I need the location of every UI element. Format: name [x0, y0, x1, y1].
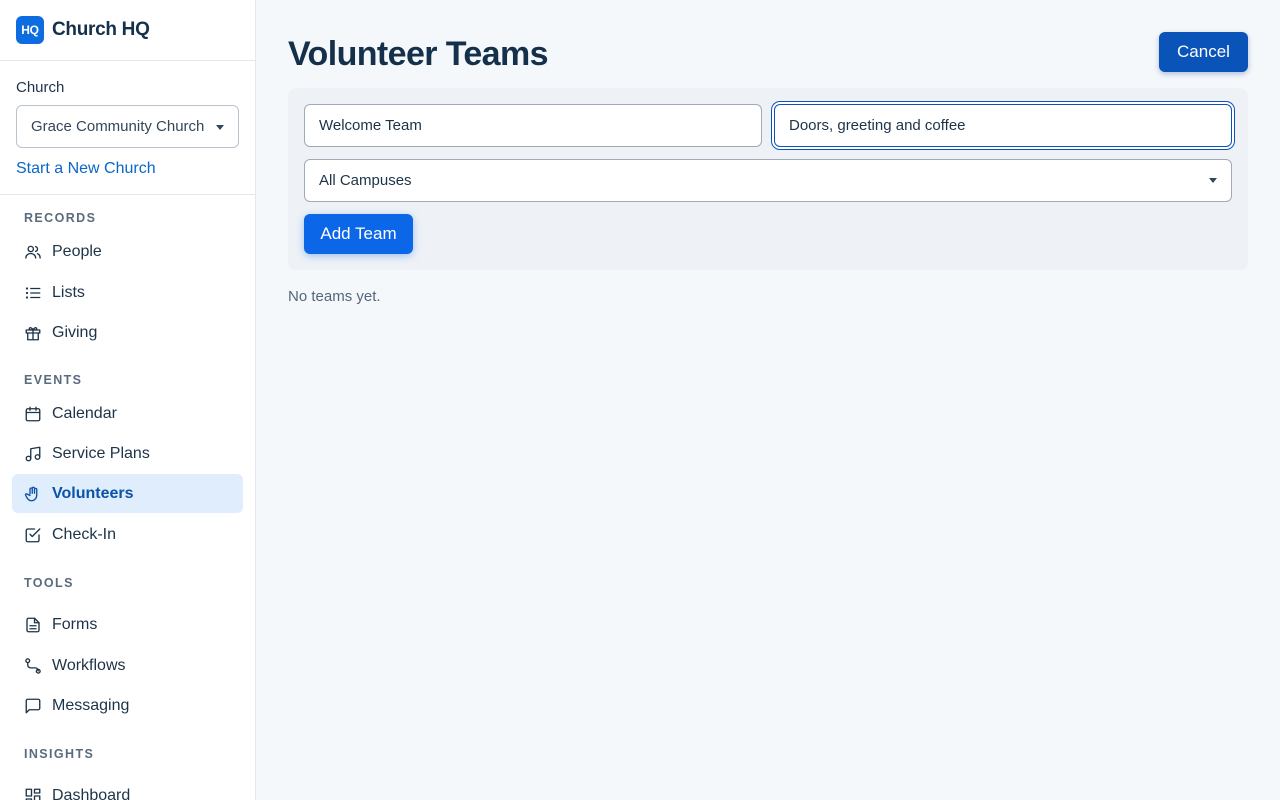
cancel-button[interactable]: Cancel	[1159, 32, 1248, 72]
team-name-input[interactable]	[304, 104, 762, 147]
church-select[interactable]: Grace Community Church	[16, 105, 239, 148]
brand-name: Church HQ	[52, 19, 150, 40]
page-title: Volunteer Teams	[288, 35, 549, 73]
sidebar-item-label: Service Plans	[52, 444, 150, 462]
campus-select-value: All Campuses	[319, 172, 412, 189]
section-heading-tools: TOOLS	[24, 576, 74, 590]
section-heading-records: RECORDS	[24, 211, 97, 225]
sidebar-item-lists[interactable]: Lists	[12, 273, 243, 312]
music-note-icon	[24, 445, 42, 463]
list-icon	[24, 284, 42, 302]
empty-state-message: No teams yet.	[288, 288, 381, 305]
sidebar-item-check-in[interactable]: Check-In	[12, 515, 243, 554]
sidebar-item-dashboard[interactable]: Dashboard	[12, 776, 243, 800]
sidebar-item-label: Forms	[52, 615, 98, 633]
team-description-input[interactable]	[774, 104, 1232, 147]
sidebar-item-label: Dashboard	[52, 786, 131, 800]
church-select-value: Grace Community Church	[31, 118, 205, 135]
workflow-icon	[24, 657, 42, 675]
sidebar-item-label: People	[52, 242, 102, 260]
sidebar-item-people[interactable]: People	[12, 232, 243, 271]
chevron-down-icon	[1209, 178, 1217, 183]
calendar-icon	[24, 405, 42, 423]
sidebar-item-label: Check-In	[52, 525, 117, 543]
sidebar-item-label: Giving	[52, 323, 98, 341]
sidebar-item-label: Volunteers	[52, 484, 134, 502]
sidebar-item-label: Messaging	[52, 696, 130, 714]
church-label: Church	[16, 79, 65, 96]
checkbox-icon	[24, 526, 42, 544]
document-icon	[24, 616, 42, 634]
sidebar-nav: RECORDS People Lists Giving EVENTS Calen…	[0, 211, 255, 800]
hand-icon	[24, 485, 42, 503]
sidebar-item-forms[interactable]: Forms	[12, 605, 243, 644]
sidebar-item-giving[interactable]: Giving	[12, 313, 243, 352]
sidebar-item-label: Calendar	[52, 404, 117, 422]
sidebar-item-workflows[interactable]: Workflows	[12, 646, 243, 685]
sidebar-item-service-plans[interactable]: Service Plans	[12, 434, 243, 473]
main-content: Volunteer Teams Cancel All Campuses Add …	[256, 0, 1280, 800]
sidebar-item-label: Lists	[52, 283, 85, 301]
church-switcher: Church Grace Community Church Start a Ne…	[0, 61, 255, 195]
sidebar-item-volunteers[interactable]: Volunteers	[12, 474, 243, 513]
campus-select[interactable]: All Campuses	[304, 159, 1232, 202]
section-heading-insights: INSIGHTS	[24, 747, 95, 761]
brand: HQ Church HQ	[0, 0, 255, 61]
section-heading-events: EVENTS	[24, 373, 83, 387]
sidebar: HQ Church HQ Church Grace Community Chur…	[0, 0, 256, 800]
dashboard-icon	[24, 787, 42, 800]
sidebar-item-label: Workflows	[52, 656, 126, 674]
people-icon	[24, 243, 42, 261]
brand-logo: HQ	[16, 16, 44, 44]
add-team-form: All Campuses Add Team	[288, 88, 1248, 270]
gift-icon	[24, 324, 42, 342]
sidebar-item-messaging[interactable]: Messaging	[12, 686, 243, 725]
message-icon	[24, 697, 42, 715]
chevron-down-icon	[216, 125, 224, 130]
add-team-button[interactable]: Add Team	[304, 214, 413, 254]
start-new-church-link[interactable]: Start a New Church	[16, 160, 239, 178]
sidebar-item-calendar[interactable]: Calendar	[12, 394, 243, 433]
